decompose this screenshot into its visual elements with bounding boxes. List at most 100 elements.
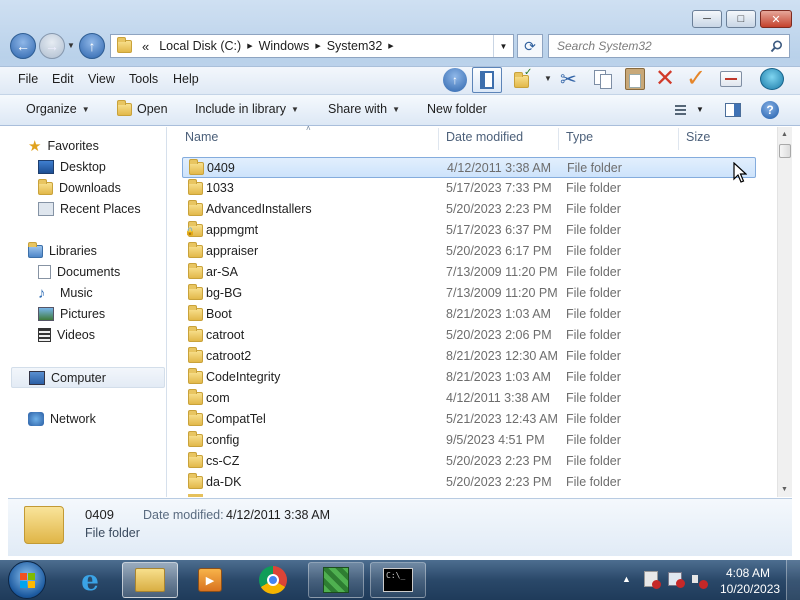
file-row[interactable]: Boot 8/21/2023 1:03 AM File folder	[182, 304, 756, 325]
volume-muted-icon[interactable]	[692, 572, 708, 589]
back-button[interactable]: ←	[10, 33, 36, 59]
shell-icon[interactable]	[760, 68, 784, 90]
file-row[interactable]: ar-SA 7/13/2009 11:20 PM File folder	[182, 262, 756, 283]
scroll-up-arrow-icon[interactable]: ▲	[781, 131, 788, 138]
nav-libraries[interactable]: Libraries	[28, 241, 97, 261]
network-icon	[28, 412, 44, 426]
start-button[interactable]	[8, 561, 46, 599]
up-button[interactable]: ↑	[79, 33, 105, 59]
column-header-date-modified[interactable]: Date modified	[446, 130, 523, 144]
column-header-size[interactable]: Size	[686, 130, 710, 144]
breadcrumb-windows[interactable]: Windows	[259, 39, 310, 53]
nav-recent-places[interactable]: Recent Places	[38, 199, 141, 219]
refresh-button[interactable]: ⟳	[517, 34, 543, 58]
taskbar-windows-explorer[interactable]	[122, 562, 178, 598]
show-desktop-button[interactable]	[786, 560, 800, 600]
nav-videos[interactable]: Videos	[38, 325, 95, 345]
nav-downloads[interactable]: Downloads	[38, 178, 121, 198]
properties-icon[interactable]	[720, 71, 742, 87]
scroll-thumb[interactable]	[779, 144, 791, 158]
network-status-icon[interactable]	[668, 572, 685, 588]
forward-button[interactable]: →	[39, 33, 65, 59]
file-row[interactable]: com 4/12/2011 3:38 AM File folder	[182, 388, 756, 409]
preview-pane-icon[interactable]	[725, 103, 741, 117]
close-button[interactable]: ✕	[760, 10, 792, 28]
folder-icon	[117, 36, 132, 53]
search-icon[interactable]	[770, 40, 783, 53]
file-row[interactable]: AdvancedInstallers 5/20/2023 2:23 PM File …	[182, 199, 756, 220]
file-row[interactable]: da-DK 5/20/2023 2:23 PM File folder	[182, 472, 756, 493]
taskbar-setup-app[interactable]	[308, 562, 364, 598]
file-type: File folder	[566, 307, 621, 321]
file-row[interactable]: 0409 4/12/2011 3:38 AM File folder	[182, 157, 756, 178]
share-with-button[interactable]: Share with ▼	[328, 102, 400, 116]
help-icon[interactable]: ?	[761, 101, 779, 119]
preview-pane-toggle[interactable]	[472, 67, 502, 93]
menu-tools[interactable]: Tools	[129, 72, 158, 86]
toolbar-up-icon[interactable]: ↑	[443, 68, 467, 92]
file-row[interactable]: config 9/5/2023 4:51 PM File folder	[182, 430, 756, 451]
breadcrumb-local-disk[interactable]: Local Disk (C:)	[159, 39, 241, 53]
file-row[interactable]: appraiser 5/20/2023 6:17 PM File folder	[182, 241, 756, 262]
taskbar-chrome[interactable]	[245, 562, 301, 598]
breadcrumb-separator[interactable]: ▶	[388, 42, 393, 50]
file-row[interactable]: 🔒 appmgmt 5/17/2023 6:37 PM File folder	[182, 220, 756, 241]
taskbar-command-prompt[interactable]: C:\_	[370, 562, 426, 598]
menu-edit[interactable]: Edit	[52, 72, 74, 86]
organize-button[interactable]: Organize ▼	[26, 102, 90, 116]
column-header-type[interactable]: Type	[566, 130, 593, 144]
menu-view[interactable]: View	[88, 72, 115, 86]
cut-icon[interactable]: ✂	[560, 67, 577, 92]
nav-favorites[interactable]: ★ Favorites	[28, 136, 99, 156]
nav-computer[interactable]: Computer	[11, 367, 165, 388]
nav-pictures[interactable]: Pictures	[38, 304, 105, 324]
search-input[interactable]: Search System32	[557, 39, 652, 53]
lock-icon: 🔒	[185, 227, 195, 236]
vertical-scrollbar[interactable]: ▲ ▼	[777, 127, 792, 497]
action-center-icon[interactable]	[644, 571, 661, 589]
breadcrumb-overflow[interactable]: «	[142, 39, 149, 54]
breadcrumb-separator[interactable]: ▶	[315, 42, 320, 50]
clock-date[interactable]: 10/20/2023	[720, 582, 780, 596]
recent-pages-dropdown[interactable]: ▼	[67, 41, 75, 50]
file-row[interactable]: CompatTel 5/21/2023 12:43 AM File folder	[182, 409, 756, 430]
file-name: CompatTel	[206, 412, 266, 426]
folder-options-icon[interactable]: ✓	[514, 67, 532, 88]
menu-help[interactable]: Help	[173, 72, 199, 86]
show-hidden-icons-button[interactable]: ▲	[622, 574, 631, 584]
file-date-modified: 9/5/2023 4:51 PM	[446, 433, 545, 447]
menu-file[interactable]: File	[18, 72, 38, 86]
paste-icon[interactable]	[625, 68, 645, 90]
address-bar[interactable]: « Local Disk (C:) ▶ Windows ▶ System32 ▶…	[110, 34, 514, 58]
address-history-dropdown[interactable]: ▼	[493, 35, 513, 57]
column-header-name[interactable]: Name	[185, 130, 218, 144]
folder-options-dropdown[interactable]: ▼	[544, 74, 552, 83]
file-row[interactable]: catroot2 8/21/2023 12:30 AM File folder	[182, 346, 756, 367]
change-view-icon[interactable]	[670, 104, 686, 116]
taskbar-media-player[interactable]: ▶	[182, 562, 238, 598]
search-box[interactable]: Search System32	[548, 34, 790, 58]
file-row[interactable]: 1033 5/17/2023 7:33 PM File folder	[182, 178, 756, 199]
maximize-button[interactable]: □	[726, 10, 756, 28]
open-button[interactable]: Open	[117, 99, 168, 116]
change-view-dropdown[interactable]: ▼	[696, 105, 704, 114]
copy-icon[interactable]	[594, 70, 614, 90]
file-row[interactable]: bg-BG 7/13/2009 11:20 PM File folder	[182, 283, 756, 304]
nav-music[interactable]: ♪ Music	[38, 283, 93, 303]
file-row[interactable]: catroot 5/20/2023 2:06 PM File folder	[182, 325, 756, 346]
nav-desktop[interactable]: Desktop	[38, 157, 106, 177]
taskbar-internet-explorer[interactable]: e	[62, 562, 118, 598]
nav-network[interactable]: Network	[28, 409, 96, 429]
breadcrumb-separator[interactable]: ▶	[247, 42, 252, 50]
new-folder-button[interactable]: New folder	[427, 102, 487, 116]
breadcrumb-system32[interactable]: System32	[327, 39, 383, 53]
file-row[interactable]: CodeIntegrity 8/21/2023 1:03 AM File folde…	[182, 367, 756, 388]
check-icon[interactable]: ✓	[686, 64, 706, 93]
clock-time[interactable]: 4:08 AM	[726, 566, 770, 580]
delete-icon[interactable]: ✕	[655, 64, 675, 93]
scroll-down-arrow-icon[interactable]: ▼	[781, 486, 788, 493]
include-in-library-button[interactable]: Include in library ▼	[195, 102, 299, 116]
minimize-button[interactable]: ─	[692, 10, 722, 28]
file-row[interactable]: cs-CZ 5/20/2023 2:23 PM File folder	[182, 451, 756, 472]
nav-documents[interactable]: Documents	[38, 262, 120, 282]
